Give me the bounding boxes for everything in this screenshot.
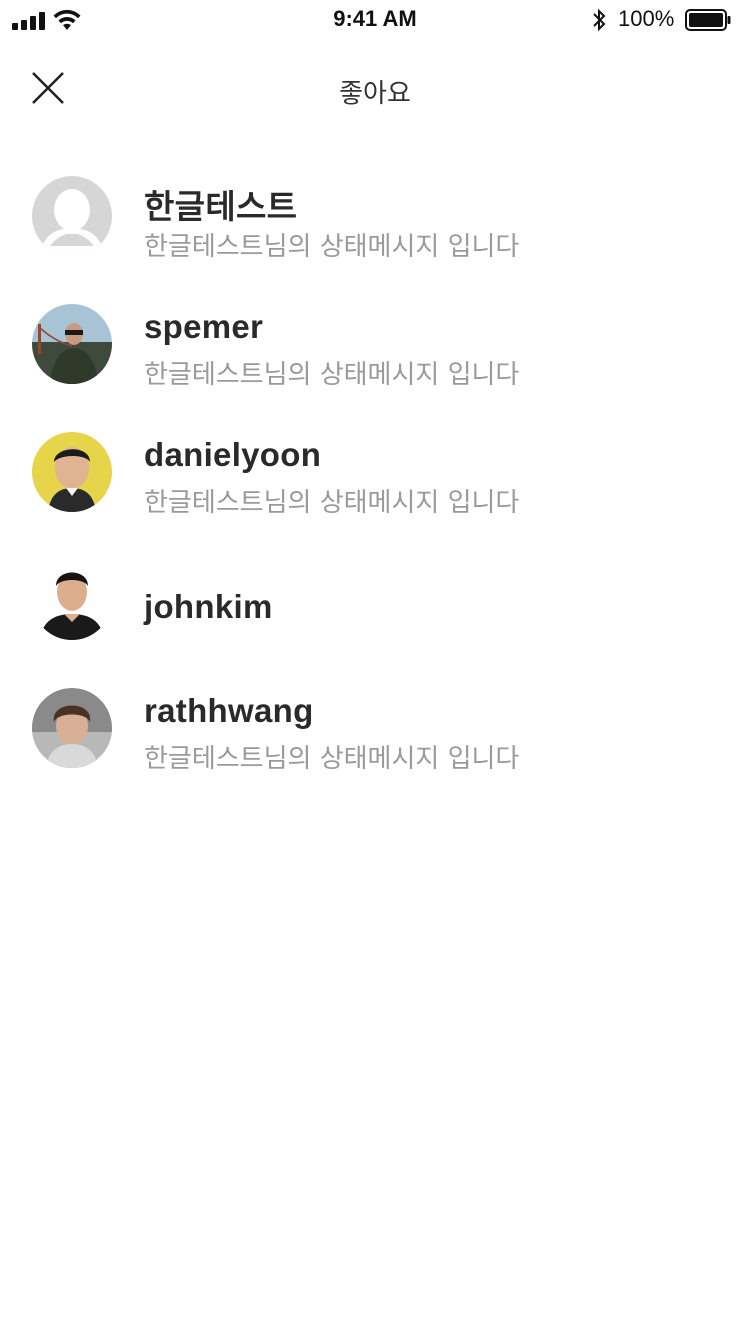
user-name: rathhwang [144,692,314,729]
photo-avatar [32,560,112,640]
header: 좋아요 [0,40,750,140]
list-item[interactable]: 한글테스트 한글테스트님의 상태메시지 입니다 [0,150,750,278]
user-name: 한글테스트 [144,188,298,225]
user-name: johnkim [144,588,273,625]
photo-avatar [32,432,112,512]
list-item[interactable]: danielyoon 한글테스트님의 상태메시지 입니다 [0,406,750,534]
status-message: 한글테스트님의 상태메시지 입니다 [144,232,520,262]
photo-avatar [32,304,112,384]
likes-list: 한글테스트 한글테스트님의 상태메시지 입니다 spemer 한글테스트님의 상… [0,150,750,790]
battery-percent: 100% [618,6,675,31]
battery-icon [685,9,731,31]
default-avatar [32,176,112,256]
status-bar: 9:41 AM 100% [0,0,750,40]
status-message: 한글테스트님의 상태메시지 입니다 [144,744,520,774]
list-item[interactable]: johnkim [0,534,750,662]
status-message: 한글테스트님의 상태메시지 입니다 [144,488,520,518]
user-name: danielyoon [144,436,322,473]
user-name: spemer [144,308,264,345]
photo-avatar [32,688,112,768]
list-item[interactable]: spemer 한글테스트님의 상태메시지 입니다 [0,278,750,406]
list-item[interactable]: rathhwang 한글테스트님의 상태메시지 입니다 [0,662,750,790]
bluetooth-icon [593,8,606,32]
page-title: 좋아요 [339,79,411,109]
status-message: 한글테스트님의 상태메시지 입니다 [144,360,520,390]
